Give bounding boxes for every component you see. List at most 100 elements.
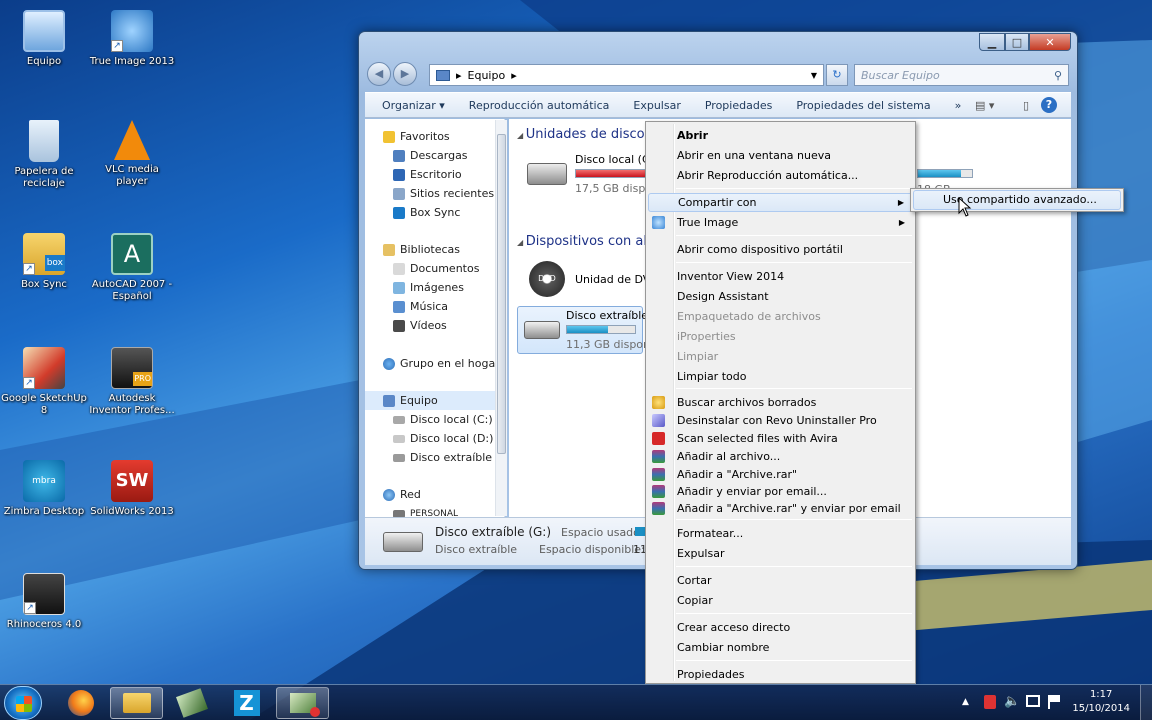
desktop-icon-autocad[interactable]: A AutoCAD 2007 - Español [88,233,176,303]
nav-imagenes[interactable]: Imágenes [393,278,464,297]
dvd-drive-tile[interactable]: DVD Unidad de DVD [525,259,659,303]
back-button[interactable]: ◀ [367,62,391,86]
menu-item-open-portable-device[interactable]: Abrir como dispositivo portátil [648,240,913,259]
folder-icon [122,693,151,713]
menu-item-open[interactable]: Abrir [648,126,913,145]
address-bar[interactable]: ▸ Equipo ▸ ▼ [429,64,824,86]
show-desktop-button[interactable] [1140,685,1152,720]
group-header-hard-drives[interactable]: ◢ Unidades de disco d [517,127,657,142]
help-icon[interactable]: ? [1041,97,1057,113]
maximize-button[interactable]: □ [1005,33,1029,51]
tray-show-hidden-icon[interactable]: ▲ [962,697,969,707]
nav-documentos[interactable]: Documentos [393,259,479,278]
usb-drive-name: Disco extraíble [566,309,649,322]
menu-item-properties[interactable]: Propiedades [648,665,913,684]
tray-security-icon[interactable] [984,695,996,709]
taskbar-firefox[interactable] [54,687,107,719]
close-button[interactable]: ✕ [1029,33,1071,51]
desktop-icon-inventor[interactable]: PRO Autodesk Inventor Profes... [88,347,176,417]
menu-item-avira-scan[interactable]: Scan selected files with Avira [648,429,913,448]
menu-item-format[interactable]: Formatear... [648,524,913,543]
eject-button[interactable]: Expulsar [621,99,692,112]
desktop-icon-vlc[interactable]: VLC media player [88,120,176,188]
menu-item-rename[interactable]: Cambiar nombre [648,638,913,657]
menu-item-share-with[interactable]: Compartir con ▶ [648,193,913,212]
preview-pane-icon[interactable]: ▯ [1011,99,1041,112]
start-button[interactable] [4,686,42,720]
taskbar-app-green[interactable] [165,687,218,719]
submenu-item-advanced-sharing[interactable]: Uso compartido avanzado... [913,190,1121,210]
usb-drive-tile-selected[interactable]: Disco extraíble 11,3 GB dispon [517,306,650,354]
desktop-icon-sketchup[interactable]: ↗ Google SketchUp 8 [0,347,88,417]
desktop-icon-zimbra[interactable]: mbra Zimbra Desktop [0,460,88,518]
nav-bibliotecas[interactable]: Bibliotecas [383,240,460,259]
menu-separator [676,519,912,520]
nav-sitios-recientes[interactable]: Sitios recientes [393,184,494,203]
nav-box-sync[interactable]: Box Sync [393,203,460,222]
search-input[interactable]: Buscar Equipo ⚲ [854,64,1069,86]
taskbar-explorer-active[interactable] [110,687,163,719]
tray-volume-icon[interactable]: 🔈 [1004,694,1020,709]
system-clock[interactable]: 1:17 15/10/2014 [1072,688,1130,716]
zimbra-z-icon: Z [233,690,260,716]
menu-item-true-image[interactable]: True Image ▶ [648,213,913,232]
menu-item-design-assistant[interactable]: Design Assistant [648,287,913,306]
nav-musica[interactable]: Música [393,297,448,316]
menu-item-inventor-view[interactable]: Inventor View 2014 [648,267,913,286]
nav-personal[interactable]: PERSONAL [393,504,458,517]
desktop-icon-rhino[interactable]: ↗ Rhinoceros 4.0 [0,573,88,631]
menu-item-label: Compartir con [678,196,757,209]
minimize-button[interactable]: ▁ [979,33,1005,51]
desktop-icon-boxsync[interactable]: box ↗ Box Sync [0,233,88,291]
menu-item-open-new-window[interactable]: Abrir en una ventana nueva [648,146,913,165]
menu-item-search-deleted-files[interactable]: Buscar archivos borrados [648,393,913,412]
nav-disco-d[interactable]: Disco local (D:) [393,429,493,448]
taskbar-zimbra[interactable]: Z [220,687,273,719]
tray-network-icon[interactable] [1026,695,1040,707]
nav-red[interactable]: Red [383,485,421,504]
recovery-icon [652,396,665,409]
desktop-icon-solidworks[interactable]: SW SolidWorks 2013 [88,460,176,518]
organize-button[interactable]: Organizar ▾ [365,99,457,112]
desktop-icon-equipo[interactable]: Equipo [0,10,88,68]
nav-descargas[interactable]: Descargas [393,146,468,165]
nav-disco-g[interactable]: Disco extraíble (G [393,448,504,467]
scroll-thumb[interactable] [497,134,506,454]
menu-item-open-autoplay[interactable]: Abrir Reproducción automática... [648,166,913,185]
vlc-cone-icon [114,120,150,160]
nav-equipo[interactable]: Equipo [365,391,504,410]
desktop-icon-recycle[interactable]: Papelera de reciclaje [0,120,88,190]
autoplay-button[interactable]: Reproducción automática [457,99,622,112]
menu-item-add-rar-and-email[interactable]: Añadir a "Archive.rar" y enviar por emai… [648,499,913,518]
system-properties-button[interactable]: Propiedades del sistema [784,99,942,112]
nav-scrollbar[interactable] [495,120,507,516]
breadcrumb-arrow-icon: ▸ [456,68,462,82]
breadcrumb-equipo[interactable]: Equipo [468,69,506,82]
properties-button[interactable]: Propiedades [693,99,784,112]
nav-disco-c[interactable]: Disco local (C:) [393,410,493,429]
view-options-icon[interactable]: ▤ ▾ [963,99,1006,112]
drive-c-tile[interactable]: Disco local (C:) 17,5 GB dispon [525,153,659,197]
tray-flag-icon[interactable] [1048,695,1060,709]
sketchup-pencil-icon: ↗ [23,347,65,389]
nav-favoritos[interactable]: Favoritos [383,127,450,146]
menu-item-revo-uninstall[interactable]: Desinstalar con Revo Uninstaller Pro [648,411,913,430]
avira-icon [652,432,665,445]
menu-item-add-to-archive[interactable]: Añadir al archivo... [648,447,913,466]
group-header-removable[interactable]: ◢ Dispositivos con alr [517,234,652,249]
menu-item-eject[interactable]: Expulsar [648,544,913,563]
nav-videos[interactable]: Vídeos [393,316,447,335]
nav-escritorio[interactable]: Escritorio [393,165,462,184]
nav-grupo-hogar[interactable]: Grupo en el hogar [383,354,500,373]
forward-button[interactable]: ▶ [393,62,417,86]
taskbar-app-rar[interactable] [276,687,329,719]
chevron-down-icon[interactable]: ▼ [811,71,817,80]
solidworks-icon: SW [111,460,153,502]
refresh-button[interactable]: ↻ [826,64,848,86]
menu-item-copy[interactable]: Copiar [648,591,913,610]
desktop-icon-trueimage[interactable]: ↗ True Image 2013 [88,10,176,68]
menu-item-cut[interactable]: Cortar [648,571,913,590]
true-image-small-icon [652,216,665,229]
menu-item-clean-all[interactable]: Limpiar todo [648,367,913,386]
menu-item-create-shortcut[interactable]: Crear acceso directo [648,618,913,637]
